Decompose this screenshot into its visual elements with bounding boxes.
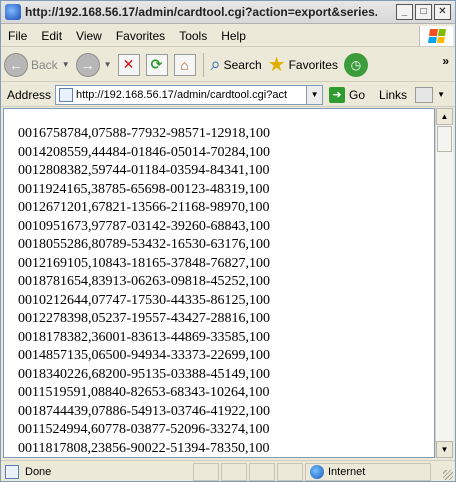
export-line: 0018178382,36001-83613-44869-33585,100 [18, 329, 270, 345]
menu-view[interactable]: View [69, 29, 109, 43]
stop-button[interactable]: ✕ [115, 51, 143, 79]
address-dropdown-icon[interactable]: ▼ [307, 84, 324, 105]
window-controls: _ □ ✕ [396, 4, 451, 20]
address-input[interactable]: http://192.168.56.17/admin/cardtool.cgi?… [55, 84, 308, 105]
export-line: 0010212644,07747-17530-44335-86125,100 [18, 292, 270, 308]
export-line: 0018340226,68200-95135-03388-45149,100 [18, 366, 270, 382]
toolbar-overflow-chevron[interactable]: » [442, 54, 449, 68]
links-dropdown-icon[interactable]: ▼ [437, 90, 445, 99]
export-lines: 0016758784,07588-77932-98571-12918,100 0… [18, 125, 270, 457]
export-line: 0012808382,59744-01184-03594-84341,100 [18, 163, 270, 178]
export-line: 0010951673,97787-03142-39260-68843,100 [18, 218, 270, 234]
export-line: 0018781654,83913-06263-09818-45252,100 [18, 274, 270, 289]
scroll-down-icon[interactable]: ▼ [436, 441, 453, 458]
menu-file[interactable]: File [1, 29, 34, 43]
status-cell [221, 462, 247, 481]
security-zone: Internet [305, 462, 431, 481]
export-line: 0011519591,08840-82653-68343-10264,100 [18, 385, 270, 400]
address-bar: Address http://192.168.56.17/admin/cardt… [1, 83, 455, 107]
home-button[interactable]: ⌂ [171, 51, 199, 79]
menu-bar: File Edit View Favorites Tools Help [1, 25, 455, 47]
back-arrow-icon: ← [4, 52, 28, 77]
address-label: Address [7, 87, 52, 102]
export-line: 0018744439,07886-54913-03746-41922,100 [18, 403, 270, 419]
history-icon: ◷ [343, 52, 368, 77]
home-icon: ⌂ [173, 53, 196, 76]
favorites-button[interactable]: ★ Favorites [265, 51, 341, 79]
search-icon: ⌕ [210, 54, 221, 74]
menu-favorites[interactable]: Favorites [109, 29, 172, 43]
windows-logo-icon [419, 26, 453, 46]
vertical-scrollbar[interactable]: ▲ ▼ [435, 108, 453, 458]
export-line: 0011817808,23856-90022-51394-78350,100 [18, 440, 270, 456]
export-line: 0012169105,10843-18165-37848-76827,100 [18, 255, 270, 271]
export-line: 0011524994,60778-03877-52096-33274,100 [18, 422, 270, 437]
links-button[interactable]: Links [379, 88, 407, 102]
export-line: 0016758784,07588-77932-98571-12918,100 [18, 126, 270, 141]
export-line: 0011924165,38785-65698-00123-48319,100 [18, 181, 270, 197]
status-text: Done [25, 465, 52, 478]
window-title: http://192.168.56.17/admin/cardtool.cgi?… [25, 5, 377, 19]
star-icon: ★ [267, 54, 286, 76]
maximize-button[interactable]: □ [415, 4, 432, 20]
title-bar: http://192.168.56.17/admin/cardtool.cgi?… [1, 1, 455, 24]
back-dropdown-icon[interactable]: ▼ [62, 60, 70, 69]
page-icon [59, 87, 74, 102]
page-content: 0016758784,07588-77932-98571-12918,100 0… [3, 108, 435, 458]
ie-app-icon[interactable] [5, 4, 21, 20]
toolbar: ← Back ▼ → ▼ ✕ ⟳ ⌂ ⌕ Search ★ Favorites … [1, 48, 455, 82]
export-line: 0012671201,67821-13566-21168-98970,100 [18, 200, 270, 215]
forward-dropdown-icon[interactable]: ▼ [104, 60, 112, 69]
page-done-icon [5, 464, 19, 479]
status-cell [277, 462, 303, 481]
forward-arrow-icon: → [75, 52, 100, 77]
links-page-icon[interactable] [415, 86, 434, 103]
export-line: 0012278398,05237-19557-43427-28816,100 [18, 311, 270, 326]
refresh-icon: ⟳ [145, 53, 168, 76]
stop-icon: ✕ [117, 53, 140, 76]
go-arrow-icon: ➜ [329, 86, 346, 103]
scroll-up-icon[interactable]: ▲ [436, 108, 453, 125]
status-cell [193, 462, 219, 481]
menu-help[interactable]: Help [214, 29, 253, 43]
history-button[interactable]: ◷ [341, 51, 371, 79]
address-url[interactable]: http://192.168.56.17/admin/cardtool.cgi?… [76, 89, 287, 101]
export-line: 0014208559,44484-01846-05014-70284,100 [18, 144, 270, 160]
minimize-button[interactable]: _ [396, 4, 413, 20]
go-button[interactable]: ➜ Go [329, 86, 365, 103]
status-bar: Done Internet [1, 460, 455, 482]
refresh-button[interactable]: ⟳ [143, 51, 171, 79]
menu-tools[interactable]: Tools [172, 29, 214, 43]
back-button[interactable]: ← Back ▼ [1, 51, 73, 79]
globe-icon [310, 464, 324, 479]
export-line: 0014857135,06500-94934-33373-22699,100 [18, 348, 270, 363]
menu-edit[interactable]: Edit [34, 29, 69, 43]
close-button[interactable]: ✕ [434, 4, 451, 20]
search-button[interactable]: ⌕ Search [208, 51, 265, 79]
toolbar-separator [202, 52, 204, 77]
export-line: 0018055286,80789-53432-16530-63176,100 [18, 237, 270, 252]
browser-window: http://192.168.56.17/admin/cardtool.cgi?… [0, 0, 456, 482]
scroll-thumb[interactable] [437, 126, 452, 152]
resize-grip[interactable] [443, 470, 453, 480]
forward-button[interactable]: → ▼ [73, 51, 115, 79]
status-cell [249, 462, 275, 481]
